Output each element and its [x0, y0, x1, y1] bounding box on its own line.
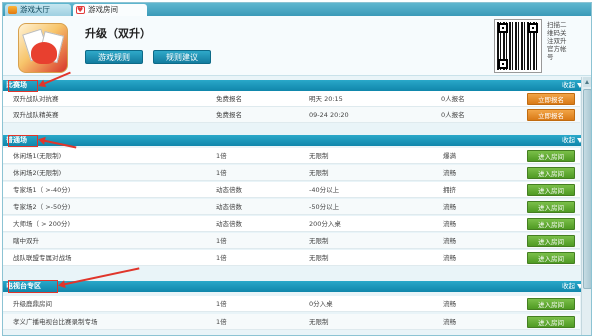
room-status: 0人报名: [441, 95, 465, 103]
room-fee: 免费报名: [216, 95, 242, 103]
room-name: 战队联盟专属对战场: [13, 254, 72, 262]
qr-caption-line: 扫描二: [547, 21, 567, 29]
room-fee: 1倍: [216, 169, 227, 177]
vertical-scrollbar[interactable]: [581, 77, 591, 335]
room-name: 升级鹿鼎房间: [13, 300, 52, 308]
room-fee: 免费报名: [216, 111, 242, 119]
scroll-up-icon[interactable]: [583, 77, 591, 87]
section-header-match[interactable]: 比赛场 收起: [3, 80, 591, 91]
room-name: 双升战队对抗赛: [13, 95, 59, 103]
collapse-toggle[interactable]: 收起: [562, 281, 575, 292]
room-status: 0人报名: [441, 111, 465, 119]
tab-bar: 游戏大厅 游戏房间: [3, 3, 591, 16]
room-info: -50分以上: [309, 203, 340, 211]
highlight-box: [8, 280, 58, 293]
enter-room-button[interactable]: 进入房间: [527, 167, 575, 179]
tab-game-room[interactable]: 游戏房间: [73, 4, 147, 16]
register-now-button[interactable]: 立即报名: [527, 93, 575, 105]
room-info: 无限制: [309, 254, 329, 262]
highlight-box: [8, 135, 38, 147]
room-info: 无限制: [309, 318, 329, 326]
enter-room-button[interactable]: 进入房间: [527, 150, 575, 162]
room-info: 0分入桌: [309, 300, 333, 308]
room-info: 200分入桌: [309, 220, 341, 228]
collapse-toggle[interactable]: 收起: [562, 80, 575, 91]
room-fee: 1倍: [216, 237, 227, 245]
room-status: 流畅: [443, 318, 456, 326]
table-row: 休闲场1(无限制) 1倍 无限制 爆满 进入房间: [3, 148, 580, 164]
game-room-window: 游戏大厅 游戏房间 升级（双升） 游戏规则 规则建议 扫描二 维码关 注双升 官…: [2, 2, 592, 336]
table-row: 战队联盟专属对战场 1倍 无限制 流畅 进入房间: [3, 250, 580, 266]
room-name: 专家场2（ >-50分): [13, 203, 71, 211]
rule-suggestion-button[interactable]: 规则建议: [153, 50, 211, 64]
table-row: 大师场（ > 200分) 动态倍数 200分入桌 流畅 进入房间: [3, 216, 580, 232]
table-row: 专家场2（ >-50分) 动态倍数 -50分以上 流畅 进入房间: [3, 199, 580, 215]
qr-code: [494, 19, 542, 73]
room-info: -40分以上: [309, 186, 340, 194]
room-info: 无限制: [309, 237, 329, 245]
game-logo: [18, 23, 68, 73]
enter-room-button[interactable]: 进入房间: [527, 218, 575, 230]
table-row: 双升战队精英赛 免费报名 09-24 20:20 0人报名 立即报名: [3, 107, 580, 123]
room-info: 无限制: [309, 169, 329, 177]
room-name: 休闲场1(无限制): [13, 152, 62, 160]
highlight-box: [8, 80, 38, 92]
game-header: 升级（双升） 游戏规则 规则建议 扫描二 维码关 注双升 官方帐 号: [3, 16, 591, 76]
register-now-button[interactable]: 立即报名: [527, 109, 575, 121]
table-row: 瞎中双升 1倍 无限制 流畅 进入房间: [3, 233, 580, 249]
room-info: 09-24 20:20: [309, 111, 349, 119]
room-status: 流畅: [443, 254, 456, 262]
heart-icon: [76, 4, 85, 16]
room-status: 爆满: [443, 152, 456, 160]
room-status: 流畅: [443, 237, 456, 245]
room-info: 明天 20:15: [309, 95, 343, 103]
enter-room-button[interactable]: 进入房间: [527, 235, 575, 247]
room-name: 休闲场2(无限制): [13, 169, 62, 177]
enter-room-button[interactable]: 进入房间: [527, 184, 575, 196]
section-header-normal[interactable]: 普通场 收起: [3, 135, 591, 146]
table-row: 升级鹿鼎房间 1倍 0分入桌 流畅 进入房间: [3, 296, 580, 312]
room-fee: 1倍: [216, 318, 227, 326]
room-status: 流畅: [443, 220, 456, 228]
room-name: 双升战队精英赛: [13, 111, 59, 119]
enter-room-button[interactable]: 进入房间: [527, 298, 575, 310]
room-fee: 1倍: [216, 254, 227, 262]
room-status: 拥挤: [443, 186, 456, 194]
tab-label: 游戏大厅: [20, 5, 50, 14]
table-row: 双升战队对抗赛 免费报名 明天 20:15 0人报名 立即报名: [3, 91, 580, 107]
room-info: 无限制: [309, 152, 329, 160]
room-fee: 1倍: [216, 300, 227, 308]
game-title: 升级（双升）: [85, 27, 151, 40]
tab-game-lobby[interactable]: 游戏大厅: [5, 4, 71, 16]
scroll-thumb[interactable]: [583, 89, 591, 289]
enter-room-button[interactable]: 进入房间: [527, 316, 575, 328]
qr-caption-line: 注双升: [547, 37, 567, 45]
lobby-icon: [8, 6, 17, 14]
room-status: 流畅: [443, 169, 456, 177]
room-fee: 1倍: [216, 152, 227, 160]
qr-caption: 扫描二 维码关 注双升 官方帐 号: [547, 21, 587, 73]
qr-caption-line: 维码关: [547, 29, 567, 37]
room-name: 大师场（ > 200分): [13, 220, 71, 228]
room-status: 流畅: [443, 300, 456, 308]
tab-label: 游戏房间: [88, 5, 118, 14]
table-row: 休闲场2(无限制) 1倍 无限制 流畅 进入房间: [3, 165, 580, 181]
room-fee: 动态倍数: [216, 203, 242, 211]
room-status: 流畅: [443, 203, 456, 211]
enter-room-button[interactable]: 进入房间: [527, 201, 575, 213]
enter-room-button[interactable]: 进入房间: [527, 252, 575, 264]
collapse-toggle[interactable]: 收起: [562, 135, 575, 146]
room-name: 孝义广播电视台比赛录制专场: [13, 318, 98, 326]
table-row: 孝义广播电视台比赛录制专场 1倍 无限制 流畅 进入房间: [3, 314, 580, 330]
qr-caption-line: 号: [547, 53, 554, 61]
room-fee: 动态倍数: [216, 186, 242, 194]
table-row: 专家场1（ >-40分) 动态倍数 -40分以上 拥挤 进入房间: [3, 182, 580, 198]
room-name: 专家场1（ >-40分): [13, 186, 71, 194]
room-name: 瞎中双升: [13, 237, 39, 245]
section-header-tv[interactable]: 电视台专区 收起: [3, 281, 591, 292]
game-rules-button[interactable]: 游戏规则: [85, 50, 143, 64]
qr-caption-line: 官方帐: [547, 45, 567, 53]
room-fee: 动态倍数: [216, 220, 242, 228]
